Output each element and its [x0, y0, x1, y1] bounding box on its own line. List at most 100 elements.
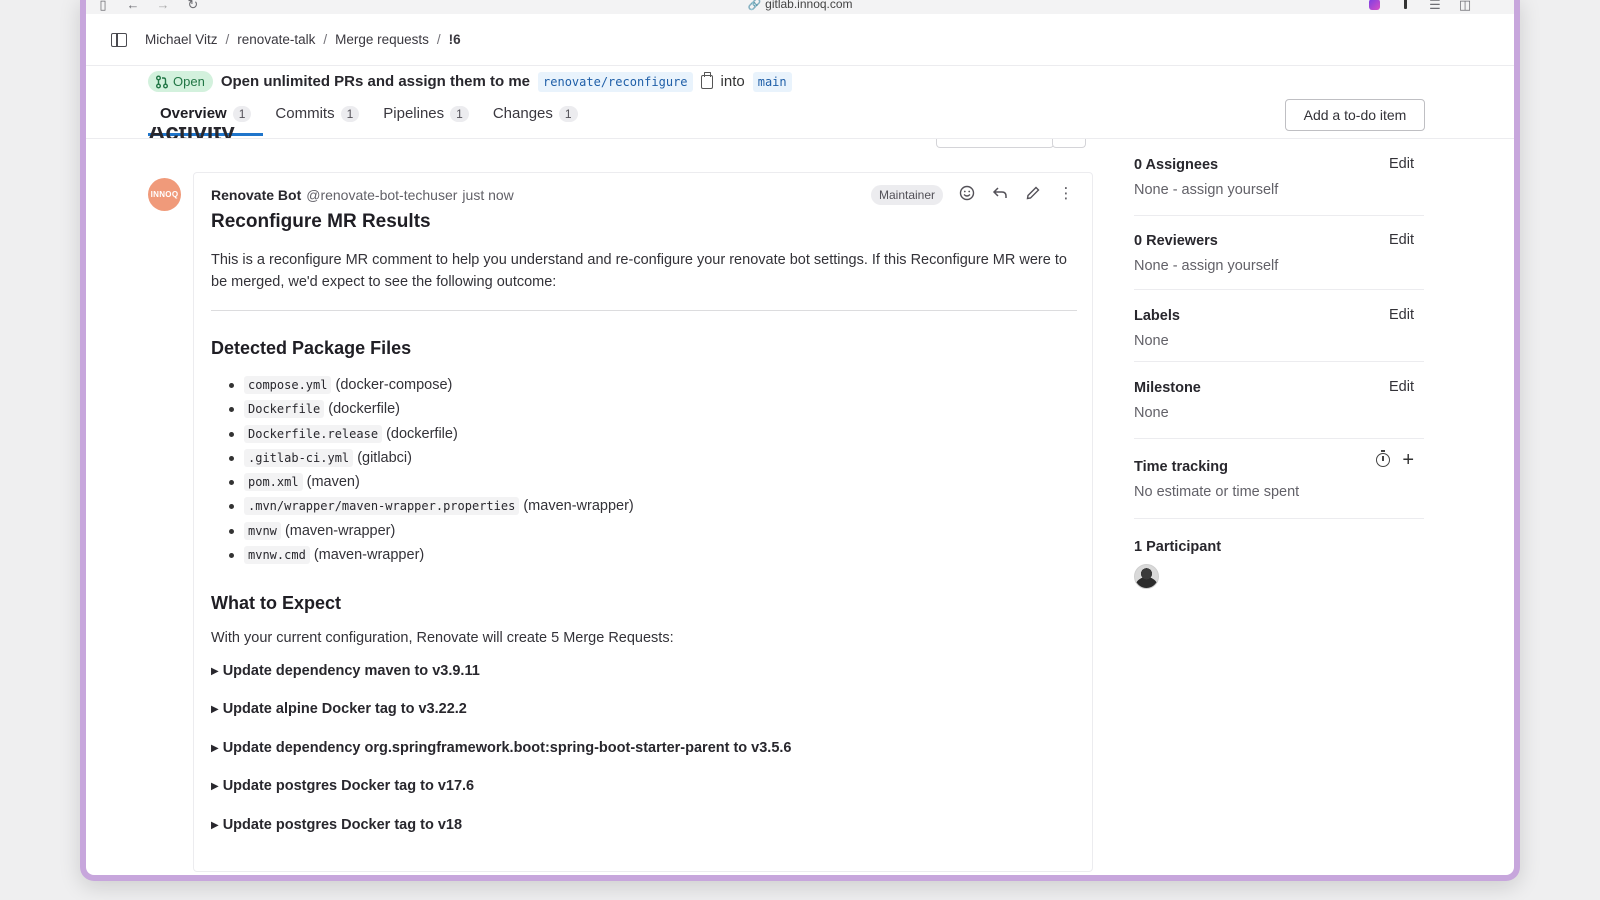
- assignees-title: 0 Assignees: [1134, 157, 1219, 173]
- tab-pipelines[interactable]: Pipelines 1: [371, 98, 481, 136]
- update-details-toggle[interactable]: ▶ Update postgres Docker tag to v18: [211, 817, 1077, 856]
- expand-triangle-icon: ▶: [211, 781, 219, 793]
- what-to-expect-heading: What to Expect: [211, 593, 342, 614]
- list-item: .gitlab-ci.yml (gitlabci): [229, 446, 1077, 470]
- file-type: (maven-wrapper): [523, 498, 634, 515]
- breadcrumb-merge-requests[interactable]: Merge requests: [335, 32, 429, 47]
- file-type: (dockerfile): [386, 425, 458, 442]
- file-name: mvnw: [244, 521, 281, 540]
- update-summary: Update postgres Docker tag to v18: [222, 816, 463, 833]
- expand-triangle-icon: ▶: [211, 742, 219, 754]
- assignees-edit-button[interactable]: Edit: [1389, 156, 1414, 172]
- list-item: mvnw.cmd (maven-wrapper): [229, 543, 1077, 567]
- time-tracking-title: Time tracking: [1134, 459, 1229, 475]
- extension-bar-icon[interactable]: [1404, 0, 1407, 9]
- activity-sort-button[interactable]: [936, 138, 1054, 148]
- extension-icon[interactable]: [1369, 0, 1380, 10]
- participant-avatar[interactable]: [1134, 564, 1159, 589]
- list-item: .mvn/wrapper/maven-wrapper.properties (m…: [229, 494, 1077, 518]
- what-to-expect-text: With your current configuration, Renovat…: [211, 630, 674, 647]
- milestone-value: None: [1134, 405, 1169, 421]
- tab-commits[interactable]: Commits 1: [263, 98, 371, 136]
- file-name: mvnw.cmd: [244, 546, 310, 565]
- tab-changes-label: Changes: [492, 105, 553, 122]
- tab-overview-count: 1: [232, 106, 252, 122]
- assignees-value[interactable]: None - assign yourself: [1134, 182, 1424, 198]
- update-details-toggle[interactable]: ▶ Update postgres Docker tag to v17.6: [211, 778, 1077, 817]
- file-type: (dockerfile): [328, 401, 400, 418]
- breadcrumb: Michael Vitz / renovate-talk / Merge req…: [145, 32, 461, 47]
- milestone-block: Milestone Edit None: [1134, 362, 1424, 439]
- avatar[interactable]: INNOQ: [148, 178, 181, 211]
- breadcrumb-user[interactable]: Michael Vitz: [145, 32, 218, 47]
- comment-heading: Reconfigure MR Results: [211, 211, 431, 232]
- file-name: .gitlab-ci.yml: [244, 448, 354, 467]
- update-details-toggle[interactable]: ▶ Update alpine Docker tag to v3.22.2: [211, 701, 1077, 740]
- file-name: Dockerfile: [244, 400, 325, 419]
- tab-changes-count: 1: [558, 106, 578, 122]
- time-tracking-block: Time tracking + No estimate or time spen…: [1134, 439, 1424, 519]
- copy-branch-icon[interactable]: [700, 71, 713, 89]
- labels-block: Labels Edit None: [1134, 290, 1424, 362]
- more-actions-icon[interactable]: ⋮: [1057, 185, 1075, 203]
- address-bar[interactable]: 🔗 gitlab.innoq.com: [86, 0, 1514, 11]
- browser-toolbar: ▯ ← → ↻ 🔗 gitlab.innoq.com ☰ ◫: [86, 0, 1514, 14]
- add-reaction-icon[interactable]: [958, 185, 976, 203]
- breadcrumb-mr-id[interactable]: !6: [449, 32, 461, 47]
- participants-title: 1 Participant: [1134, 539, 1222, 555]
- reader-icon[interactable]: ☰: [1428, 0, 1442, 12]
- comment-intro: This is a reconfigure MR comment to help…: [211, 252, 1067, 290]
- tab-changes[interactable]: Changes 1: [481, 98, 590, 136]
- comment-author[interactable]: Renovate Bot: [211, 187, 301, 203]
- detected-files-heading: Detected Package Files: [211, 338, 412, 358]
- labels-value: None: [1134, 333, 1169, 349]
- participants-block: 1 Participant: [1134, 519, 1424, 589]
- split-view-icon[interactable]: ◫: [1458, 0, 1472, 12]
- update-details-toggle[interactable]: ▶ Update dependency maven to v3.9.11: [211, 663, 1077, 702]
- url-text: gitlab.innoq.com: [765, 0, 853, 11]
- reviewers-block: 0 Reviewers Edit None - assign yourself: [1134, 216, 1424, 290]
- add-todo-button[interactable]: Add a to-do item: [1285, 99, 1425, 131]
- edit-icon[interactable]: [1024, 185, 1042, 203]
- update-summary: Update alpine Docker tag to v3.22.2: [222, 701, 467, 718]
- reviewers-title: 0 Reviewers: [1134, 233, 1218, 249]
- into-label: into: [720, 73, 745, 90]
- add-time-icon[interactable]: +: [1402, 450, 1414, 470]
- labels-edit-button[interactable]: Edit: [1389, 307, 1414, 323]
- comment-time[interactable]: just now: [462, 187, 513, 203]
- comment-body: Reconfigure MR Results This is a reconfi…: [211, 211, 1077, 855]
- tab-pipelines-count: 1: [450, 106, 469, 122]
- sidebar-toggle-icon[interactable]: [111, 33, 127, 47]
- milestone-edit-button[interactable]: Edit: [1389, 379, 1414, 395]
- reviewers-edit-button[interactable]: Edit: [1389, 232, 1414, 248]
- reviewers-value[interactable]: None - assign yourself: [1134, 258, 1424, 274]
- file-name: pom.xml: [244, 473, 303, 492]
- assignees-block: 0 Assignees Edit None - assign yourself: [1134, 139, 1424, 216]
- role-badge: Maintainer: [871, 185, 944, 205]
- tab-commits-count: 1: [340, 106, 360, 122]
- stopwatch-icon[interactable]: [1376, 450, 1391, 467]
- update-details-toggle[interactable]: ▶ Update dependency org.springframework.b…: [211, 740, 1077, 779]
- comment-header: Renovate Bot @renovate-bot-techuser just…: [211, 187, 514, 203]
- reply-icon[interactable]: [991, 185, 1009, 203]
- file-type: (maven-wrapper): [284, 522, 396, 539]
- tab-commits-label: Commits: [275, 105, 335, 122]
- comment-card: Renovate Bot @renovate-bot-techuser just…: [193, 172, 1093, 872]
- file-type: (gitlabci): [357, 449, 412, 466]
- expand-triangle-icon: ▶: [211, 665, 219, 677]
- activity-filter-button[interactable]: [1052, 138, 1086, 148]
- tab-overview-label: Overview: [160, 105, 227, 122]
- target-branch[interactable]: main: [752, 71, 792, 92]
- update-summary: Update dependency maven to v3.9.11: [222, 662, 480, 679]
- source-branch[interactable]: renovate/reconfigure: [538, 71, 693, 92]
- breadcrumb-project[interactable]: renovate-talk: [237, 32, 315, 47]
- status-label: Open: [173, 74, 205, 89]
- expand-triangle-icon: ▶: [211, 819, 219, 831]
- file-type: (maven-wrapper): [313, 547, 425, 564]
- time-tracking-value: No estimate or time spent: [1134, 484, 1300, 500]
- comment-handle[interactable]: @renovate-bot-techuser: [306, 187, 457, 203]
- file-name: compose.yml: [244, 376, 332, 394]
- divider: [211, 310, 1077, 311]
- file-type: (maven): [306, 474, 360, 491]
- file-name: Dockerfile.release: [244, 424, 383, 443]
